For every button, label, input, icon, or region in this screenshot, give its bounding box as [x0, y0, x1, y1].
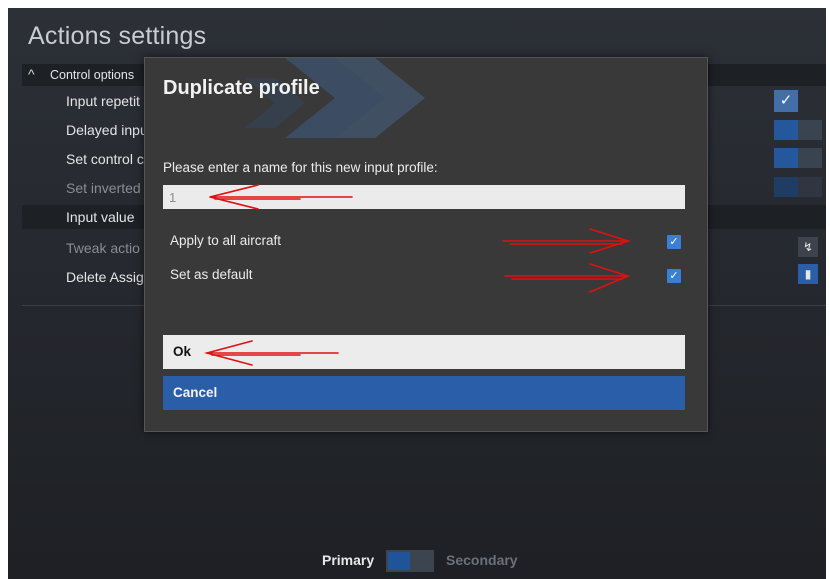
delayed-input-toggle[interactable] — [774, 120, 822, 140]
set-control-toggle[interactable] — [774, 148, 822, 168]
section-label: Control options — [50, 68, 135, 82]
apply-all-aircraft-checkbox[interactable]: ✓ — [667, 235, 681, 249]
secondary-label: Secondary — [446, 552, 518, 568]
row-tweak-action[interactable]: Tweak actio — [66, 240, 140, 256]
row-delayed-input[interactable]: Delayed inpu — [66, 122, 148, 138]
ok-button[interactable]: Ok — [163, 335, 685, 369]
primary-secondary-toggle[interactable] — [386, 550, 434, 572]
tweak-curve-icon[interactable]: ↯ — [798, 237, 818, 257]
row-input-repetition[interactable]: Input repetit — [66, 93, 140, 109]
set-inverted-toggle[interactable] — [774, 177, 822, 197]
cancel-button[interactable]: Cancel — [163, 376, 685, 410]
row-set-inverted[interactable]: Set inverted — [66, 180, 141, 196]
page-title: Actions settings — [28, 22, 207, 50]
set-as-default-checkbox[interactable]: ✓ — [667, 269, 681, 283]
dialog-title: Duplicate profile — [163, 77, 320, 99]
row-input-value[interactable]: Input value — [66, 209, 135, 225]
primary-secondary-switch: Primary Secondary — [8, 550, 826, 574]
dialog-prompt: Please enter a name for this new input p… — [163, 160, 438, 175]
dialog-header-decoration — [245, 58, 425, 138]
input-repetition-checkbox[interactable]: ✓ — [774, 90, 798, 112]
row-delete-assignment[interactable]: Delete Assig — [66, 269, 144, 285]
trash-icon[interactable]: ▮ — [798, 264, 818, 284]
toggle-knob — [388, 552, 410, 570]
set-as-default-label: Set as default — [170, 267, 253, 282]
apply-all-aircraft-label: Apply to all aircraft — [170, 233, 282, 248]
primary-label: Primary — [322, 552, 375, 568]
chevron-up-icon: ^ — [28, 66, 35, 82]
row-set-control[interactable]: Set control c — [66, 151, 144, 167]
duplicate-profile-dialog: Duplicate profile Please enter a name fo… — [144, 57, 708, 432]
profile-name-input[interactable] — [163, 185, 685, 209]
